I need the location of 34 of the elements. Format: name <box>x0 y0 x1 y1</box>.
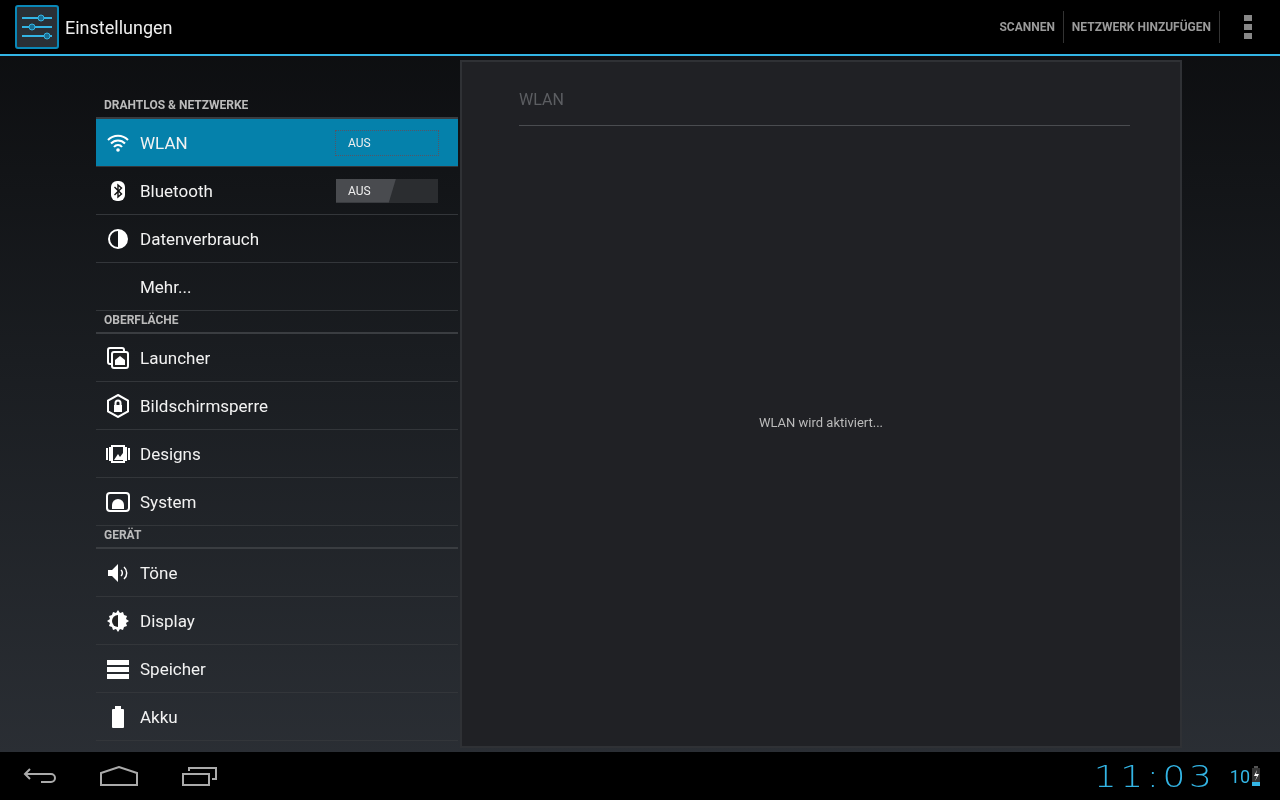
overflow-menu-icon[interactable] <box>1244 15 1252 39</box>
settings-item[interactable]: System <box>96 478 458 526</box>
clock: 11:03 <box>1094 758 1216 794</box>
settings-item[interactable]: Bildschirmsperre <box>96 382 458 430</box>
action-button[interactable]: NETZWERK HINZUFÜGEN <box>1063 11 1220 43</box>
section-header: OBERFLÄCHE <box>96 311 458 334</box>
toggle-switch[interactable]: AUS <box>336 130 438 155</box>
system-icon <box>106 489 130 514</box>
settings-item[interactable]: Speicher <box>96 645 458 693</box>
settings-item[interactable]: Display <box>96 597 458 645</box>
settings-item[interactable]: Akku <box>96 693 458 741</box>
back-button[interactable] <box>22 766 58 786</box>
status-message: WLAN wird aktiviert... <box>758 414 884 430</box>
panel-title: WLAN <box>519 90 1130 126</box>
battery-percent: 10 <box>1229 765 1250 787</box>
recent-apps-button[interactable] <box>182 766 218 786</box>
home-button[interactable] <box>100 766 138 786</box>
app-title: Einstellungen <box>65 16 174 38</box>
settings-item[interactable]: Datenverbrauch <box>96 215 458 263</box>
brightness-icon <box>106 608 130 633</box>
pie-chart-icon <box>106 226 130 251</box>
toggle-switch[interactable]: AUS <box>336 178 438 203</box>
settings-item[interactable]: Bluetooth AUS <box>96 167 458 215</box>
settings-item[interactable]: Mehr... <box>96 263 458 311</box>
action-button[interactable]: SCANNEN <box>991 11 1064 43</box>
settings-app-icon[interactable] <box>15 5 59 49</box>
settings-item[interactable]: Launcher <box>96 334 458 382</box>
settings-item[interactable]: WLAN AUS <box>96 119 458 167</box>
home-screen-icon <box>106 345 130 370</box>
lock-icon <box>106 393 130 418</box>
section-header: GERÄT <box>96 526 458 549</box>
settings-item[interactable]: Töne <box>96 549 458 597</box>
settings-item[interactable]: Designs <box>96 430 458 478</box>
battery-charging-icon <box>1252 766 1260 786</box>
